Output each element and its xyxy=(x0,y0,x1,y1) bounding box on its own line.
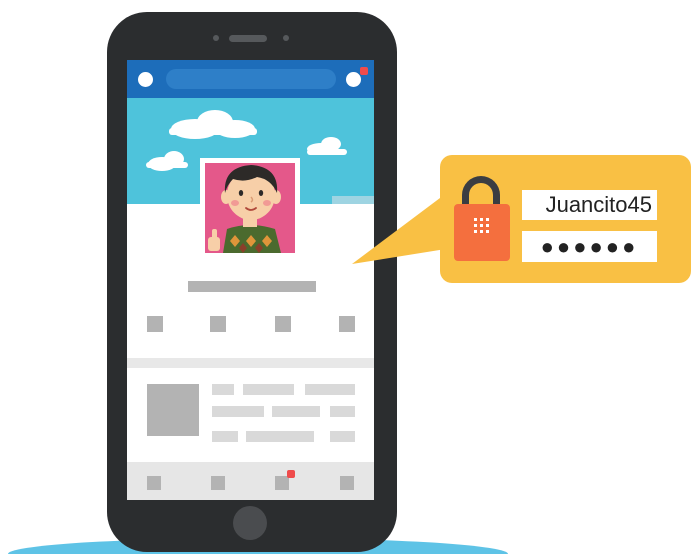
keypad-icon xyxy=(474,218,490,234)
username-field[interactable]: Juancito45 xyxy=(522,190,657,220)
password-field[interactable]: ●●●●●● xyxy=(522,231,657,262)
illustration: Juancito45 ●●●●●● xyxy=(0,0,692,554)
